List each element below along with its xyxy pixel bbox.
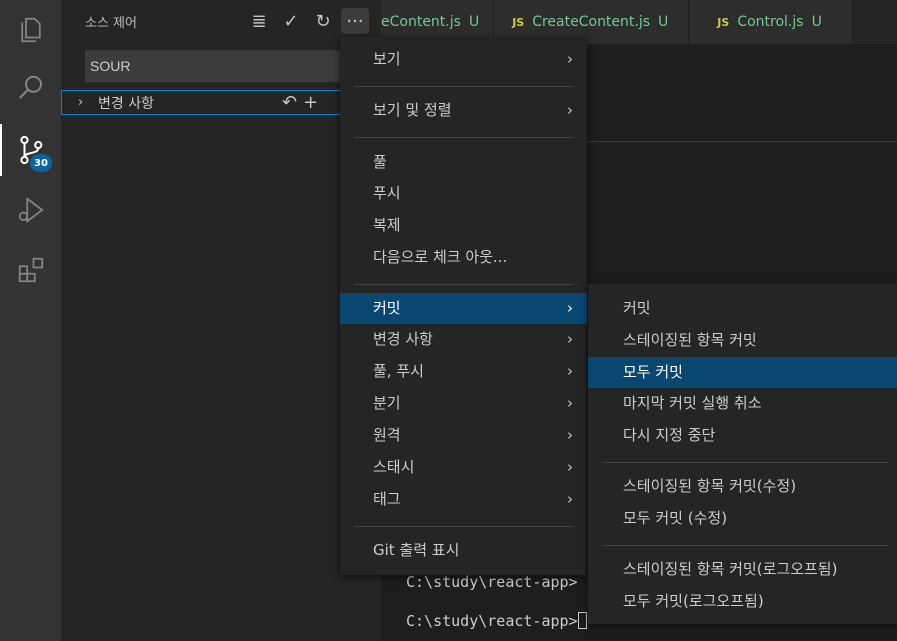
menu-item-checkout[interactable]: 다음으로 체크 아웃... <box>340 242 587 273</box>
menu-item-label: 모두 커밋 (수정) <box>623 509 728 527</box>
source-control-sidebar: 소스 제어 ≣ ✓ ↻ ··· SOUR › 변경 사항 ↶ + <box>61 0 381 641</box>
tab-label: eContent.js <box>381 14 461 30</box>
menu-item-pull[interactable]: 풀 <box>340 147 587 178</box>
chevron-right-icon: › <box>567 50 573 68</box>
chevron-right-icon: › <box>567 362 573 380</box>
menu-item-changes[interactable]: 변경 사항 › <box>340 324 587 355</box>
chevron-right-icon: › <box>567 458 573 476</box>
chevron-right-icon: › <box>567 490 573 508</box>
submenu-item-commit-all-signed-off[interactable]: 모두 커밋(로그오프됨) <box>588 586 897 617</box>
menu-item-label: 보기 및 정렬 <box>373 101 452 119</box>
sidebar-title: 소스 제어 <box>85 16 137 31</box>
menu-separator <box>354 526 573 527</box>
changes-group[interactable]: › 변경 사항 ↶ + <box>61 90 381 115</box>
extensions-icon[interactable] <box>0 244 61 296</box>
tab-label: CreateContent.js <box>532 14 651 30</box>
refresh-icon[interactable]: ↻ <box>309 8 337 34</box>
chevron-right-icon: › <box>567 330 573 348</box>
menu-item-label: 커밋 <box>623 299 651 317</box>
menu-item-label: 다시 지정 중단 <box>623 426 716 444</box>
scm-badge: 30 <box>30 154 52 172</box>
menu-item-label: 스테이징된 항목 커밋(로그오프됨) <box>623 560 838 578</box>
terminal-line: C:\study\react-app> <box>406 612 578 630</box>
chevron-right-icon: › <box>567 394 573 412</box>
menu-separator <box>354 86 573 87</box>
menu-item-label: 모두 커밋 <box>623 363 683 381</box>
chevron-right-icon: › <box>78 95 84 110</box>
menu-item-pull-push[interactable]: 풀, 푸시 › <box>340 356 587 387</box>
menu-item-label: 태그 <box>373 490 401 508</box>
js-file-icon: JS <box>512 15 525 29</box>
menu-item-label: 마지막 커밋 실행 취소 <box>623 394 762 412</box>
more-actions-menu: 보기 › 보기 및 정렬 › 풀 푸시 복제 다음으로 체크 아웃... 커밋 › 변… <box>340 37 587 575</box>
menu-item-view-sort[interactable]: 보기 및 정렬 › <box>340 95 587 126</box>
menu-separator <box>604 545 887 546</box>
menu-item-label: 다음으로 체크 아웃... <box>373 248 508 266</box>
activity-bar: 30 <box>0 0 61 641</box>
more-actions-button[interactable]: ··· <box>341 8 369 34</box>
menu-item-label: Git 출력 표시 <box>373 541 460 559</box>
menu-item-label: 변경 사항 <box>373 330 433 348</box>
run-debug-icon[interactable] <box>0 184 61 236</box>
menu-item-push[interactable]: 푸시 <box>340 178 587 209</box>
menu-item-stash[interactable]: 스태시 › <box>340 452 587 483</box>
changes-label: 변경 사항 <box>98 95 154 112</box>
submenu-item-undo-last-commit[interactable]: 마지막 커밋 실행 취소 <box>588 388 897 419</box>
terminal-line: C:\study\react-app> <box>406 573 578 591</box>
sidebar-actions: ≣ ✓ ↻ ··· <box>245 8 369 34</box>
menu-item-label: 복제 <box>373 216 401 234</box>
menu-item-label: 풀 <box>373 153 387 171</box>
untracked-badge: U <box>468 14 480 30</box>
menu-item-view[interactable]: 보기 › <box>340 44 587 75</box>
js-file-icon: JS <box>717 15 730 29</box>
tab-label: Control.js <box>737 14 804 30</box>
source-control-icon[interactable]: 30 <box>0 124 61 176</box>
chevron-right-icon: › <box>567 426 573 444</box>
menu-item-remote[interactable]: 원격 › <box>340 420 587 451</box>
menu-item-label: 보기 <box>373 50 401 68</box>
commit-submenu: 커밋 스테이징된 항목 커밋 모두 커밋 마지막 커밋 실행 취소 다시 지정 … <box>588 284 897 624</box>
menu-item-commit[interactable]: 커밋 › <box>340 293 587 324</box>
terminal-prompt: C:\study\react-app> <box>406 612 587 630</box>
commit-message-input[interactable]: SOUR <box>85 50 355 82</box>
menu-item-label: 스테이징된 항목 커밋(수정) <box>623 477 797 495</box>
menu-item-label: 모두 커밋(로그오프됨) <box>623 592 764 610</box>
menu-item-label: 스태시 <box>373 458 415 476</box>
explorer-icon[interactable] <box>0 4 61 56</box>
stage-all-icon[interactable]: + <box>303 91 318 114</box>
untracked-badge: U <box>658 14 669 30</box>
chevron-right-icon: › <box>567 101 573 119</box>
menu-item-label: 스테이징된 항목 커밋 <box>623 331 757 349</box>
menu-item-tags[interactable]: 태그 › <box>340 484 587 515</box>
submenu-item-commit-staged[interactable]: 스테이징된 항목 커밋 <box>588 325 897 356</box>
discard-all-icon[interactable]: ↶ <box>282 91 297 114</box>
search-icon[interactable] <box>0 62 61 114</box>
untracked-badge: U <box>811 14 822 30</box>
menu-item-branch[interactable]: 분기 › <box>340 388 587 419</box>
menu-item-label: 푸시 <box>373 184 401 202</box>
tab-control[interactable]: JS Control.js U <box>689 0 853 44</box>
submenu-item-commit[interactable]: 커밋 <box>588 293 897 324</box>
submenu-item-commit-all[interactable]: 모두 커밋 <box>588 357 897 388</box>
submenu-item-commit-all-amend[interactable]: 모두 커밋 (수정) <box>588 503 897 534</box>
menu-item-label: 풀, 푸시 <box>373 362 424 380</box>
menu-item-show-git-output[interactable]: Git 출력 표시 <box>340 535 587 566</box>
menu-separator <box>354 137 573 138</box>
submenu-item-abort-rebase[interactable]: 다시 지정 중단 <box>588 420 897 451</box>
commit-check-icon[interactable]: ✓ <box>277 8 305 34</box>
menu-item-label: 원격 <box>373 426 401 444</box>
view-as-tree-icon[interactable]: ≣ <box>245 8 273 34</box>
submenu-item-commit-staged-signed-off[interactable]: 스테이징된 항목 커밋(로그오프됨) <box>588 554 897 585</box>
menu-item-label: 커밋 <box>373 299 401 317</box>
submenu-item-commit-staged-amend[interactable]: 스테이징된 항목 커밋(수정) <box>588 471 897 502</box>
menu-separator <box>604 462 887 463</box>
chevron-right-icon: › <box>567 299 573 317</box>
menu-item-label: 분기 <box>373 394 401 412</box>
menu-item-clone[interactable]: 복제 <box>340 210 587 241</box>
terminal-cursor <box>577 612 587 629</box>
menu-separator <box>354 284 573 285</box>
